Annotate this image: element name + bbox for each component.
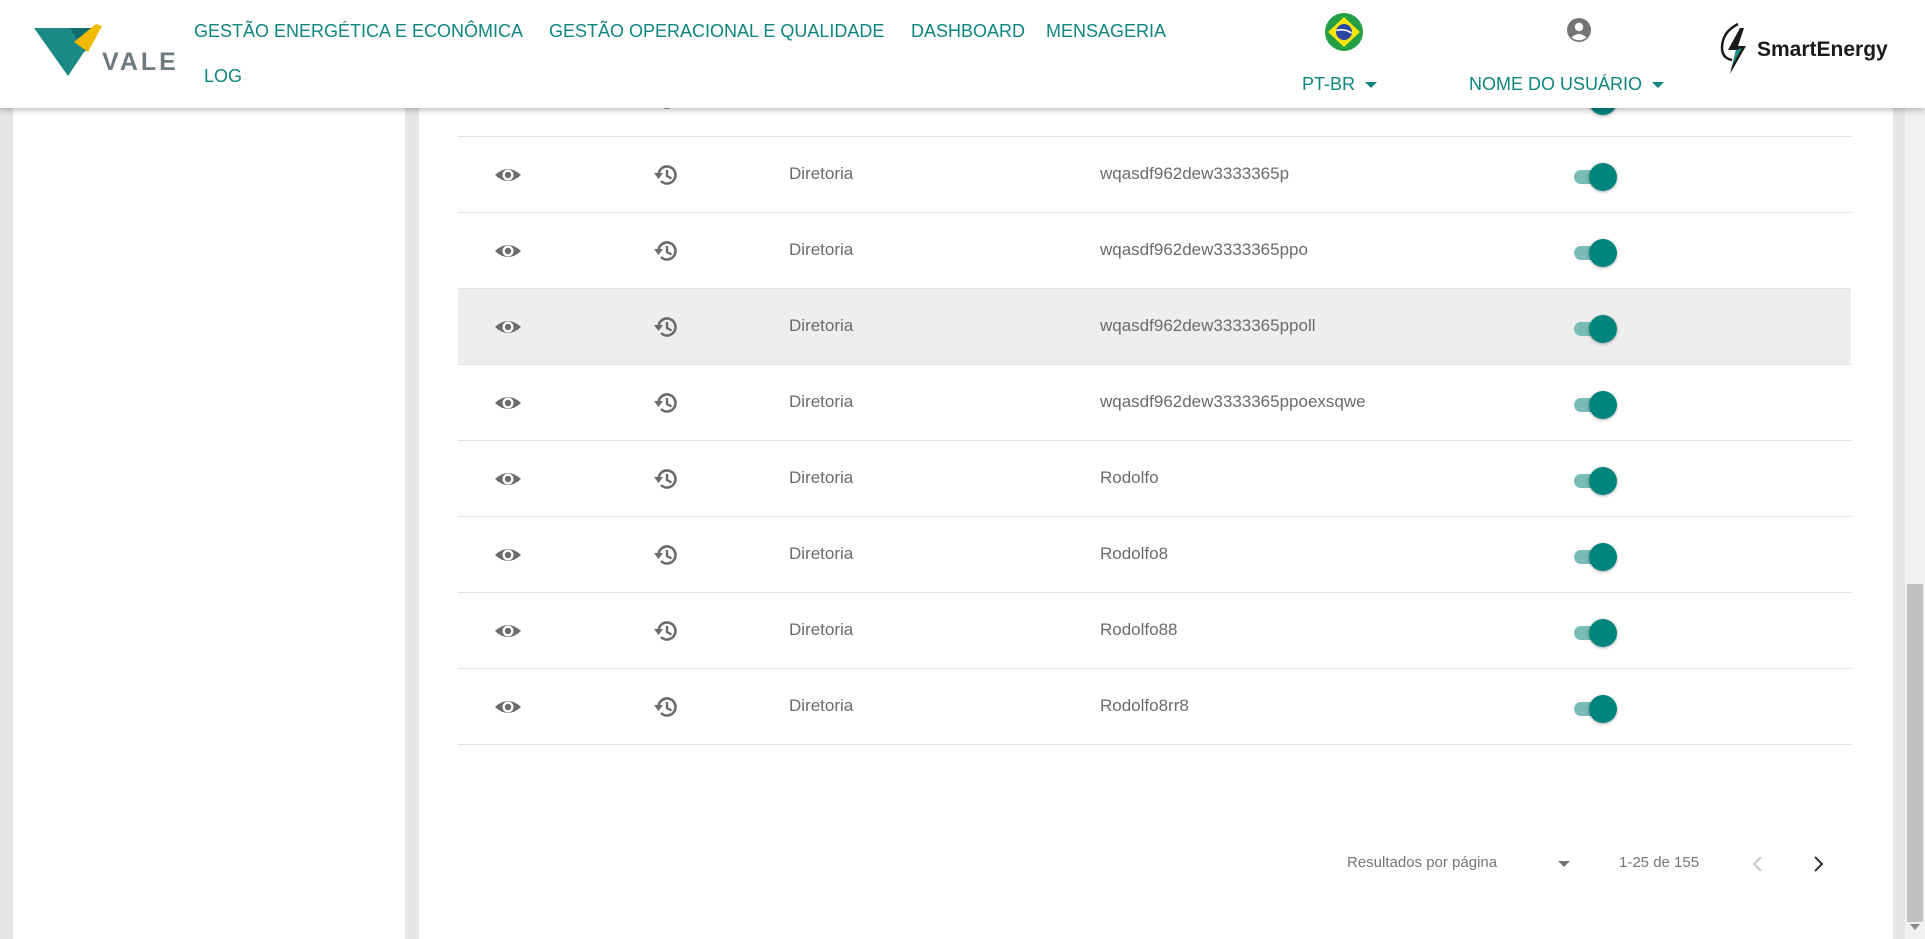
toggle-knob (1589, 163, 1617, 191)
vale-logo-text: VALE (102, 48, 179, 76)
history-icon[interactable] (651, 388, 681, 418)
user-name-label: NOME DO USUÁRIO (1469, 74, 1643, 94)
previous-page-icon[interactable] (1747, 853, 1769, 875)
view-eye-icon[interactable] (493, 618, 523, 644)
account-circle-icon[interactable] (1566, 17, 1592, 43)
department-cell: Diretoria (789, 240, 854, 259)
toggle-knob (1589, 695, 1617, 723)
left-panel (13, 108, 405, 939)
language-label: PT-BR (1302, 74, 1356, 94)
view-eye-icon[interactable] (493, 314, 523, 340)
toggle-knob (1589, 391, 1617, 419)
active-toggle[interactable] (1570, 238, 1618, 268)
user-menu[interactable]: NOME DO USUÁRIO (1469, 74, 1665, 95)
active-toggle[interactable] (1570, 466, 1618, 496)
nav-item-mensageria[interactable]: MENSAGERIA (1046, 21, 1166, 42)
active-toggle[interactable] (1570, 390, 1618, 420)
view-eye-icon[interactable] (493, 694, 523, 720)
toggle-knob (1589, 239, 1617, 267)
chevron-down-icon (1365, 82, 1378, 89)
department-cell: Diretoria (789, 696, 854, 715)
table-row[interactable]: Diretoria Rodolfo8 (458, 517, 1851, 593)
history-icon[interactable] (651, 236, 681, 266)
active-toggle[interactable] (1570, 542, 1618, 572)
history-icon[interactable] (651, 312, 681, 342)
chevron-down-icon[interactable] (1556, 856, 1572, 872)
page-scrollbar[interactable] (1905, 108, 1925, 939)
active-toggle[interactable] (1570, 618, 1618, 648)
scroll-down-arrow-icon[interactable] (1910, 924, 1920, 930)
smartenergy-bolt-icon (1720, 22, 1746, 74)
history-icon[interactable] (651, 616, 681, 646)
nav-item-gestao-operacional[interactable]: GESTÃO OPERACIONAL E QUALIDADE (549, 21, 884, 42)
table-row[interactable]: Diretoria Rodolfo88 (458, 593, 1851, 669)
name-cell: wqasdf962dew3333365ppoll (1100, 316, 1316, 335)
nav-item-gestao-energetica[interactable]: GESTÃO ENERGÉTICA E ECONÔMICA (194, 21, 523, 42)
table-row[interactable]: Diretoria wqasdf962dew3333365ppoexsqwe (458, 365, 1851, 441)
items-per-page-label: Resultados por página (1347, 854, 1498, 871)
view-eye-icon[interactable] (493, 542, 523, 568)
history-icon[interactable] (651, 160, 681, 190)
toggle-knob (1589, 467, 1617, 495)
next-page-icon[interactable] (1807, 853, 1829, 875)
history-icon[interactable] (651, 464, 681, 494)
active-toggle[interactable] (1570, 162, 1618, 192)
view-eye-icon[interactable] (493, 238, 523, 264)
chevron-down-icon (1652, 82, 1665, 89)
name-cell: Rodolfo (1100, 468, 1159, 487)
smartenergy-logo-text: SmartEnergy (1757, 38, 1888, 61)
active-toggle[interactable] (1570, 694, 1618, 724)
users-table: Diretoriawqasdf962dew3333365Diretoriawqa… (458, 61, 1851, 745)
name-cell: Rodolfo88 (1100, 620, 1178, 639)
view-eye-icon[interactable] (493, 466, 523, 492)
view-eye-icon[interactable] (493, 162, 523, 188)
pagination-range: 1-25 de 155 (1619, 854, 1700, 871)
department-cell: Diretoria (789, 620, 854, 639)
toggle-knob (1589, 315, 1617, 343)
table-row[interactable]: Diretoria wqasdf962dew3333365p (458, 137, 1851, 213)
toggle-knob (1589, 619, 1617, 647)
department-cell: Diretoria (789, 468, 854, 487)
language-selector[interactable]: PT-BR (1302, 74, 1378, 95)
history-icon[interactable] (651, 540, 681, 570)
nav-item-log[interactable]: LOG (204, 66, 242, 87)
name-cell: Rodolfo8 (1100, 544, 1169, 563)
top-header: VALE GESTÃO ENERGÉTICA E ECONÔMICA GESTÃ… (0, 0, 1925, 108)
name-cell: wqasdf962dew3333365p (1100, 164, 1290, 183)
brazil-flag-icon[interactable] (1324, 12, 1364, 52)
name-cell: wqasdf962dew3333365ppo (1100, 240, 1308, 259)
history-icon[interactable] (651, 692, 681, 722)
active-toggle[interactable] (1570, 314, 1618, 344)
department-cell: Diretoria (789, 392, 854, 411)
toggle-knob (1589, 543, 1617, 571)
department-cell: Diretoria (789, 316, 854, 335)
department-cell: Diretoria (789, 544, 854, 563)
table-row[interactable]: Diretoria Rodolfo8rr8 (458, 669, 1851, 745)
department-cell: Diretoria (789, 164, 854, 183)
name-cell: Rodolfo8rr8 (1100, 696, 1189, 715)
view-eye-icon[interactable] (493, 390, 523, 416)
table-row[interactable]: Diretoria wqasdf962dew3333365ppo (458, 213, 1851, 289)
table-row[interactable]: Diretoria wqasdf962dew3333365ppoll (458, 289, 1851, 365)
main-panel: Diretoriawqasdf962dew3333365Diretoriawqa… (419, 87, 1893, 939)
nav-item-dashboard[interactable]: DASHBOARD (911, 21, 1025, 42)
scrollbar-thumb[interactable] (1907, 584, 1923, 922)
name-cell: wqasdf962dew3333365ppoexsqwe (1100, 392, 1366, 411)
table-row[interactable]: Diretoria Rodolfo (458, 441, 1851, 517)
